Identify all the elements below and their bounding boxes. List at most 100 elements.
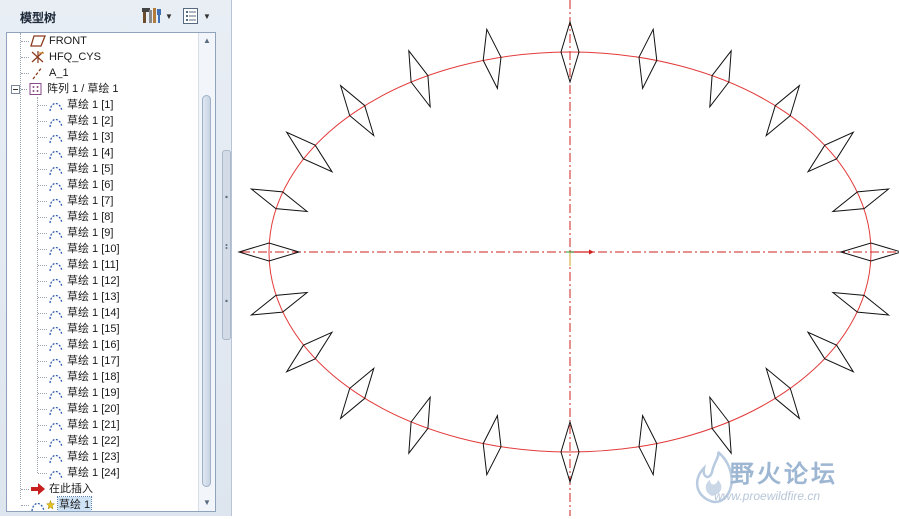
tree-connector (20, 33, 21, 499)
sketch-icon (49, 390, 63, 400)
sketch-icon (49, 182, 63, 192)
tree-item-sketch-instance[interactable]: 草绘 1 [19] (38, 385, 120, 401)
sketch-icon (49, 422, 63, 432)
tree-item-sketch-instance[interactable]: 草绘 1 [16] (38, 337, 120, 353)
sketch-icon (49, 102, 63, 112)
sketch-drawing[interactable] (233, 0, 899, 516)
tree-item-label: 草绘 1 [9] (67, 227, 114, 239)
tree-item-label: HFQ_CYS (49, 51, 101, 63)
scroll-down-icon[interactable]: ▼ (202, 498, 212, 508)
tree-item-label: 草绘 1 [7] (67, 195, 114, 207)
tree-item-sketch-instance[interactable]: 草绘 1 [20] (38, 401, 120, 417)
tree-item-sketch-instance[interactable]: 草绘 1 [6] (38, 177, 113, 193)
model-tree-header: 模型树 ▼ ▼ (0, 0, 232, 32)
watermark-url: www.proewildfire.cn (714, 489, 821, 503)
tree-item-label: 草绘 1 [11] (67, 259, 119, 271)
tree-scrollbar[interactable]: ▲ ▼ (198, 33, 215, 511)
model-tree: FRONT HFQ_CYS A_1 阵列 1 / 草绘 1 草绘 1 [1] 草… (6, 32, 216, 512)
sketch-icon (49, 230, 63, 240)
tree-settings-icon (142, 8, 161, 23)
tree-item-sketch-instance[interactable]: 草绘 1 [14] (38, 305, 120, 321)
model-tree-panel: 模型树 ▼ ▼ FRONT HFQ_CYS A_1 阵列 1 / 草绘 1 草绘… (0, 0, 232, 516)
sketch-icon (49, 166, 63, 176)
tree-item-label: 草绘 1 [20] (67, 403, 120, 415)
tree-item-sketch-instance[interactable]: 草绘 1 [22] (38, 433, 120, 449)
tree-item-label: 草绘 1 [14] (67, 307, 120, 319)
new-feature-star-icon (46, 500, 55, 510)
sketch-icon (49, 342, 63, 352)
sketch-icon (49, 326, 63, 336)
sketch-icon (49, 118, 63, 128)
tree-item-sketch-instance[interactable]: 草绘 1 [13] (38, 289, 120, 305)
tree-item-sketch-instance[interactable]: 草绘 1 [12] (38, 273, 120, 289)
tree-item-label: 草绘 1 [1] (67, 99, 114, 111)
tree-item-coordinate-system[interactable]: HFQ_CYS (21, 49, 101, 65)
tree-item-sketch-instance[interactable]: 草绘 1 [15] (38, 321, 120, 337)
show-dropdown-button[interactable]: ▼ (182, 6, 216, 26)
tree-item-insert-here[interactable]: 在此插入 (21, 481, 93, 497)
splitter-grip-icon (225, 195, 228, 303)
tree-item-axis[interactable]: A_1 (21, 65, 69, 81)
tree-item-sketch-instance[interactable]: 草绘 1 [2] (38, 113, 113, 129)
chevron-down-icon: ▼ (165, 11, 173, 21)
tree-item-sketch-instance[interactable]: 草绘 1 [24] (38, 465, 120, 481)
sketch-icon (49, 246, 63, 256)
tree-item-label: 草绘 1 [15] (67, 323, 120, 335)
tree-item-front[interactable]: FRONT (21, 33, 87, 49)
scroll-thumb[interactable] (202, 95, 211, 487)
tree-item-label: FRONT (49, 35, 87, 47)
tree-item-sketch-instance[interactable]: 草绘 1 [4] (38, 145, 113, 161)
tree-item-sketch-instance[interactable]: 草绘 1 [17] (38, 353, 120, 369)
sketch-icon (49, 406, 63, 416)
graphics-window[interactable] (233, 0, 899, 516)
tree-item-sketch-selected[interactable]: 草绘 1 (21, 496, 93, 511)
tree-item-label: 草绘 1 [17] (67, 355, 120, 367)
tree-item-label: 草绘 1 [4] (67, 147, 114, 159)
tree-item-pattern[interactable]: 阵列 1 / 草绘 1 (11, 81, 119, 97)
tree-item-sketch-instance[interactable]: 草绘 1 [11] (38, 257, 119, 273)
settings-dropdown-button[interactable]: ▼ (142, 6, 176, 26)
scroll-up-icon[interactable]: ▲ (202, 36, 212, 46)
sketch-icon (49, 374, 63, 384)
tree-item-label: 草绘 1 [2] (67, 115, 114, 127)
tree-item-label: 在此插入 (49, 483, 93, 495)
sketch-icon (49, 262, 63, 272)
sketch-icon (49, 454, 63, 464)
sketch-icon (49, 470, 63, 480)
sketch-icon (49, 198, 63, 208)
tree-item-label: 草绘 1 [24] (67, 467, 120, 479)
tree-item-label: 草绘 1 [23] (67, 451, 120, 463)
sketch-icon (49, 358, 63, 368)
tree-item-label: 草绘 1 [22] (67, 435, 120, 447)
tree-item-sketch-instance[interactable]: 草绘 1 [18] (38, 369, 120, 385)
tree-item-sketch-instance[interactable]: 草绘 1 [3] (38, 129, 113, 145)
tree-item-sketch-instance[interactable]: 草绘 1 [10] (38, 241, 120, 257)
tree-item-label: 草绘 1 [16] (67, 339, 120, 351)
tree-item-sketch-instance[interactable]: 草绘 1 [9] (38, 225, 113, 241)
tree-item-label: 草绘 1 [13] (67, 291, 120, 303)
tree-item-label: 草绘 1 [8] (67, 211, 114, 223)
coordinate-system-icon (31, 51, 44, 63)
tree-show-icon (183, 8, 198, 24)
tree-item-label: 草绘 1 [12] (67, 275, 120, 287)
sketch-icon (49, 150, 63, 160)
tree-item-label: 草绘 1 [5] (67, 163, 114, 175)
insert-here-arrow-icon (31, 483, 45, 495)
sketch-icon (49, 278, 63, 288)
tree-item-sketch-instance[interactable]: 草绘 1 [21] (38, 417, 120, 433)
collapse-icon[interactable] (11, 84, 20, 94)
tree-item-label: 草绘 1 [18] (67, 371, 120, 383)
sketch-icon (49, 134, 63, 144)
pattern-icon (29, 83, 42, 95)
watermark: 野火论坛 www.proewildfire.cn (690, 450, 895, 510)
tree-item-sketch-instance[interactable]: 草绘 1 [7] (38, 193, 113, 209)
tree-item-label: 阵列 1 / 草绘 1 (47, 83, 119, 95)
tree-item-sketch-instance[interactable]: 草绘 1 [5] (38, 161, 113, 177)
tree-item-sketch-instance[interactable]: 草绘 1 [23] (38, 449, 120, 465)
watermark-title: 野火论坛 (730, 461, 838, 488)
tree-item-sketch-instance[interactable]: 草绘 1 [8] (38, 209, 113, 225)
tree-item-sketch-instance[interactable]: 草绘 1 [1] (38, 97, 113, 113)
tree-item-label: A_1 (49, 67, 69, 79)
panel-splitter[interactable] (222, 150, 231, 340)
datum-plane-icon (30, 35, 46, 47)
